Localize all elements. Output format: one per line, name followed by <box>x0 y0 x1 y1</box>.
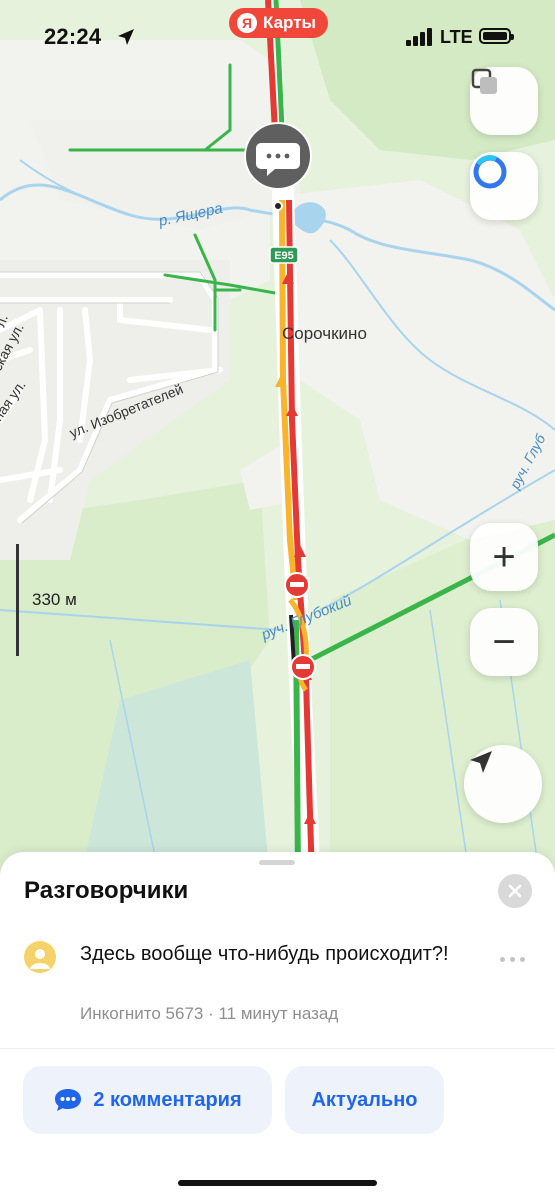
comments-button[interactable]: 2 комментария <box>23 1066 272 1134</box>
navigation-arrow-icon <box>470 751 492 773</box>
scale-bar <box>16 544 19 656</box>
status-bar: 22:24 Я Карты LTE <box>0 0 555 72</box>
home-indicator[interactable] <box>178 1180 377 1186</box>
brand-label: Карты <box>263 13 317 32</box>
zoom-in-label: + <box>492 535 516 579</box>
yandex-logo-icon: Я <box>237 13 257 33</box>
alice-assistant-button[interactable] <box>470 152 538 220</box>
comments-label: 2 комментария <box>93 1088 242 1111</box>
more-options-button[interactable] <box>500 952 530 966</box>
close-button[interactable] <box>498 874 532 908</box>
relevant-button[interactable]: Актуально <box>285 1066 444 1134</box>
comment-bubble-icon <box>55 1089 82 1111</box>
signal-icon <box>406 28 432 46</box>
map-view[interactable]: E95 р. Ящера ул. Изобретателей ская ул. … <box>0 0 555 880</box>
chat-pin-icon[interactable] <box>244 122 312 190</box>
user-icon <box>30 949 50 969</box>
road-closure-icon[interactable] <box>290 654 316 680</box>
zoom-out-button[interactable]: − <box>470 608 538 676</box>
scale-text: 330 м <box>32 590 77 609</box>
locate-me-button[interactable] <box>464 745 542 823</box>
battery-icon <box>479 28 514 44</box>
status-time: 22:24 <box>44 24 102 49</box>
zoom-out-label: − <box>492 620 516 664</box>
close-icon <box>508 884 522 898</box>
more-dot-icon <box>510 956 515 962</box>
village-label: Сорочкино <box>282 324 367 343</box>
discussion-sheet: Разговорчики Здесь вообще что-нибудь про… <box>0 852 555 1200</box>
point-dot <box>273 201 283 211</box>
road-closure-icon[interactable] <box>284 572 310 598</box>
zoom-in-button[interactable]: + <box>470 523 538 591</box>
avatar <box>24 941 56 973</box>
highway-badge-text: E95 <box>274 250 294 262</box>
maps-brand-pill[interactable]: Я Карты <box>229 8 329 38</box>
more-dot-icon <box>500 956 505 962</box>
highway-badge: E95 <box>269 246 299 264</box>
more-dot-icon <box>520 956 525 962</box>
alice-assistant-icon <box>473 155 507 189</box>
layers-button[interactable] <box>470 67 538 135</box>
network-type: LTE <box>440 27 473 47</box>
divider <box>0 1048 555 1049</box>
location-arrow-icon <box>118 29 134 45</box>
sheet-grabber[interactable] <box>259 860 295 865</box>
post-text: Здесь вообще что-нибудь происходит?! <box>80 943 449 965</box>
sheet-title: Разговорчики <box>24 877 189 904</box>
relevant-label: Актуально <box>311 1088 418 1111</box>
post-meta: Инкогнито 5673 · 11 минут назад <box>80 1004 339 1023</box>
